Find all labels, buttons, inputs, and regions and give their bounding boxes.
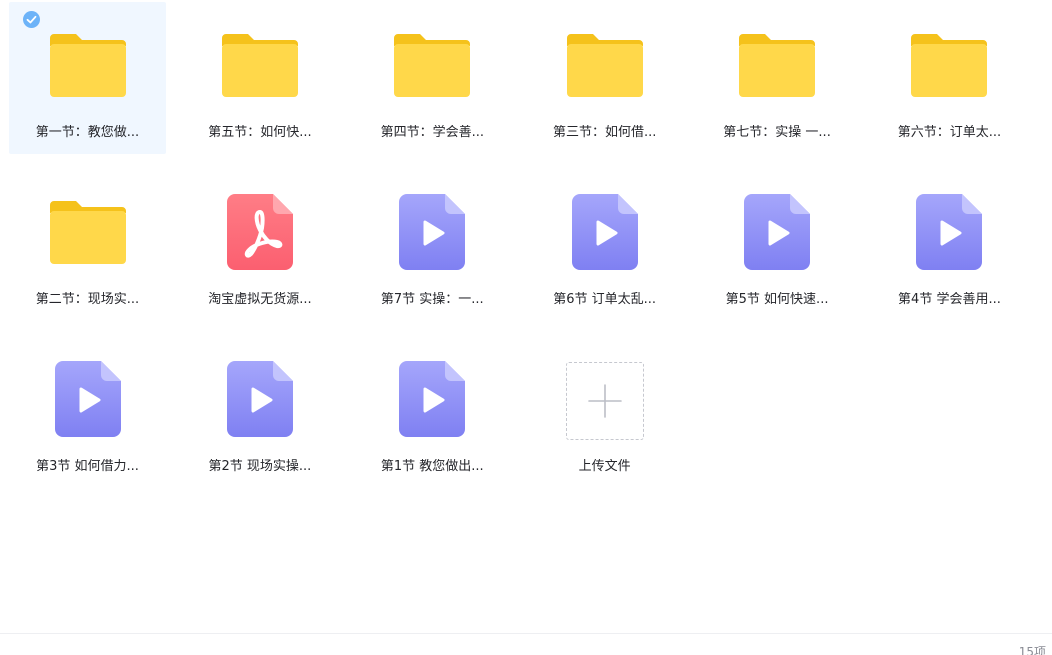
file-name: 第7节 实操：一... <box>380 292 484 307</box>
video-file-icon <box>220 361 300 437</box>
file-item[interactable]: 第6节 订单太乱... <box>526 169 683 321</box>
file-item[interactable]: 第一节：教您做... <box>9 2 166 154</box>
video-file-icon <box>48 361 128 437</box>
file-name: 第4节 学会善用... <box>898 292 1001 307</box>
check-circle-icon[interactable] <box>23 11 40 28</box>
file-item[interactable]: 第4节 学会善用... <box>871 169 1028 321</box>
file-name: 第七节：实操 一... <box>723 125 831 140</box>
upload-file-button[interactable]: 上传文件 <box>526 336 683 488</box>
file-item[interactable]: 第二节：现场实... <box>9 169 166 321</box>
plus-icon <box>565 362 644 440</box>
folder-icon <box>48 29 128 101</box>
file-item[interactable]: 第1节 教您做出... <box>354 336 511 488</box>
folder-icon <box>565 29 645 101</box>
file-item[interactable]: 第5节 如何快速... <box>699 169 856 321</box>
file-name: 第3节 如何借力... <box>36 459 139 474</box>
file-name: 第1节 教您做出... <box>380 459 484 474</box>
file-item[interactable]: 第七节：实操 一... <box>699 2 856 154</box>
file-item[interactable]: 第三节：如何借... <box>526 2 683 154</box>
video-file-icon <box>909 194 989 270</box>
file-name: 淘宝虚拟无货源... <box>208 292 312 307</box>
pdf-file-icon <box>220 194 300 270</box>
file-browser: 第一节：教您做... 第五节：如何快... 第四节：学会善... 第三节：如何借...… <box>0 0 1052 655</box>
file-name: 第六节：订单太... <box>897 125 1002 140</box>
folder-icon <box>392 29 472 101</box>
video-file-icon <box>392 361 472 437</box>
status-bar: 15项 <box>0 633 1052 655</box>
file-name: 第6节 订单太乱... <box>553 292 657 307</box>
video-file-icon <box>392 194 472 270</box>
file-grid: 第一节：教您做... 第五节：如何快... 第四节：学会善... 第三节：如何借...… <box>9 2 1028 488</box>
file-item[interactable]: 第3节 如何借力... <box>9 336 166 488</box>
folder-icon <box>48 196 128 268</box>
upload-label: 上传文件 <box>578 459 631 474</box>
file-name: 第五节：如何快... <box>208 125 312 140</box>
item-count: 15项 <box>1018 645 1046 655</box>
file-name: 第一节：教您做... <box>35 125 140 140</box>
file-item[interactable]: 第2节 现场实操... <box>181 336 338 488</box>
file-item[interactable]: 第五节：如何快... <box>181 2 338 154</box>
file-item[interactable]: 第四节：学会善... <box>354 2 511 154</box>
folder-icon <box>909 29 989 101</box>
folder-icon <box>220 29 300 101</box>
folder-icon <box>737 29 817 101</box>
file-name: 第2节 现场实操... <box>208 459 312 474</box>
video-file-icon <box>565 194 645 270</box>
file-name: 第四节：学会善... <box>380 125 484 140</box>
video-file-icon <box>737 194 817 270</box>
file-name: 第二节：现场实... <box>35 292 140 307</box>
file-item[interactable]: 淘宝虚拟无货源... <box>181 169 338 321</box>
upload-dropzone[interactable] <box>565 356 645 442</box>
file-name: 第三节：如何借... <box>552 125 657 140</box>
file-item[interactable]: 第7节 实操：一... <box>354 169 511 321</box>
file-item[interactable]: 第六节：订单太... <box>871 2 1028 154</box>
file-name: 第5节 如何快速... <box>725 292 829 307</box>
